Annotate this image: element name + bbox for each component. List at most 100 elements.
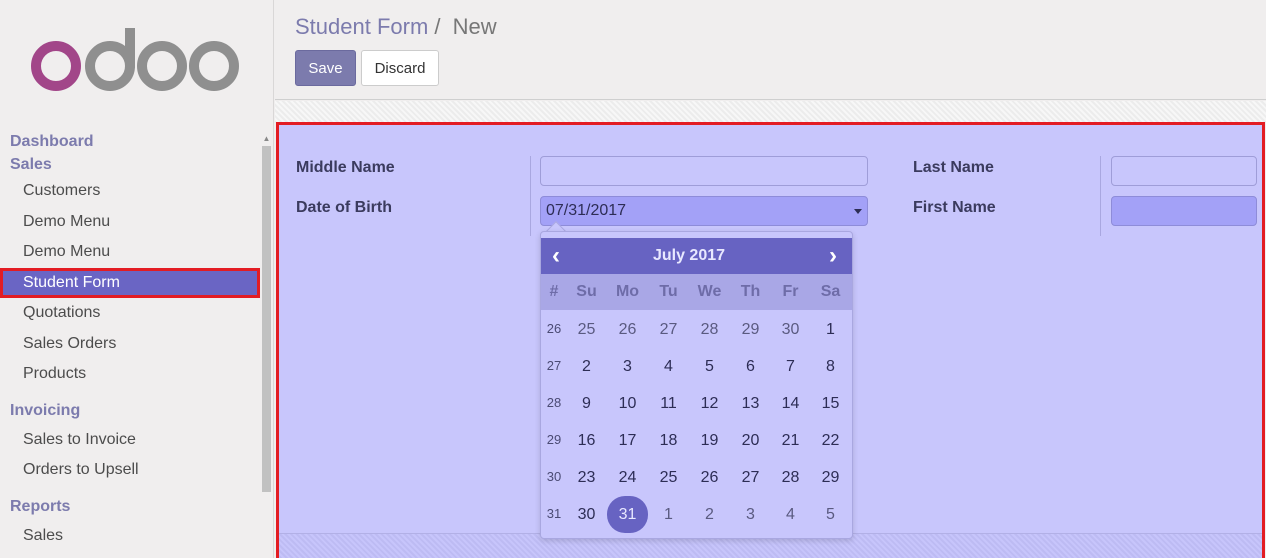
breadcrumb-parent[interactable]: Student Form <box>295 14 428 39</box>
calendar-day[interactable]: 26 <box>689 459 730 496</box>
sidebar-item-sales-orders[interactable]: Sales Orders <box>0 329 260 360</box>
last-name-input[interactable] <box>1111 156 1257 186</box>
calendar-day[interactable]: 27 <box>648 311 689 348</box>
sidebar-item-quotations[interactable]: Quotations <box>0 298 260 329</box>
dob-label: Date of Birth <box>296 199 392 216</box>
calendar-day[interactable]: 5 <box>689 348 730 385</box>
weekday-header: We <box>697 283 722 300</box>
next-month-icon[interactable]: › <box>818 238 848 274</box>
calendar-day[interactable]: 23 <box>566 459 607 496</box>
datepicker-header: ‹ July 2017 › <box>541 238 852 274</box>
calendar-day[interactable]: 28 <box>770 459 811 496</box>
calendar-day[interactable]: 28 <box>689 311 730 348</box>
week-number: 31 <box>546 506 562 521</box>
calendar-day[interactable]: 10 <box>607 385 648 422</box>
menu-header-sales[interactable]: Sales <box>0 153 260 176</box>
calendar-day[interactable]: 5 <box>810 496 851 533</box>
dob-value: 07/31/2017 <box>546 202 627 219</box>
sidebar-item-student-form[interactable]: Student Form <box>0 267 260 298</box>
middle-name-input[interactable] <box>540 156 868 186</box>
breadcrumb-current: New <box>452 14 497 39</box>
menu-header-dashboard[interactable]: Dashboard <box>0 130 260 153</box>
calendar-day[interactable]: 25 <box>648 459 689 496</box>
calendar-day[interactable]: 3 <box>607 348 648 385</box>
calendar-day[interactable]: 1 <box>810 311 851 348</box>
weekday-header: Mo <box>615 283 640 300</box>
calendar-day[interactable]: 30 <box>566 496 607 533</box>
calendar-day[interactable]: 20 <box>730 422 771 459</box>
sidebar-item-products[interactable]: Products <box>0 359 260 390</box>
calendar-day[interactable]: 21 <box>770 422 811 459</box>
calendar-day[interactable]: 3 <box>730 496 771 533</box>
calendar-day[interactable]: 9 <box>566 385 607 422</box>
datepicker: ‹ July 2017 › # Su Mo Tu We Th Fr Sa 26 25 26 27 28… <box>540 231 853 539</box>
week-number: 27 <box>546 358 562 373</box>
calendar-day[interactable]: 4 <box>648 348 689 385</box>
sidebar-menu: Dashboard Sales Customers Demo Menu Demo Men… <box>0 130 260 558</box>
scroll-up-icon[interactable]: ▲ <box>262 134 271 144</box>
calendar-day[interactable]: 26 <box>607 311 648 348</box>
calendar-day[interactable]: 2 <box>566 348 607 385</box>
calendar-day[interactable]: 17 <box>607 422 648 459</box>
weekday-header: Tu <box>659 283 678 300</box>
datepicker-title[interactable]: July 2017 <box>541 238 837 274</box>
week-number: 26 <box>546 321 562 336</box>
form-background <box>275 101 1266 123</box>
calendar-day[interactable]: 30 <box>770 311 811 348</box>
first-name-label: First Name <box>913 199 996 216</box>
breadcrumb-separator: / <box>434 14 441 39</box>
calendar-day[interactable]: 25 <box>566 311 607 348</box>
week-number: 28 <box>546 395 562 410</box>
calendar-day[interactable]: 19 <box>689 422 730 459</box>
calendar-day[interactable]: 1 <box>648 496 689 533</box>
save-button[interactable]: Save <box>295 50 356 86</box>
sidebar-item-customers[interactable]: Customers <box>0 176 260 207</box>
odoo-logo[interactable] <box>30 26 242 96</box>
breadcrumb: Student Form / New <box>295 14 497 40</box>
sidebar: Dashboard Sales Customers Demo Menu Demo Men… <box>0 0 274 558</box>
last-name-label: Last Name <box>913 159 994 176</box>
calendar-day[interactable]: 2 <box>689 496 730 533</box>
sidebar-item-demo-menu[interactable]: Demo Menu <box>0 207 260 238</box>
weekday-header: Th <box>740 283 761 300</box>
selected-day[interactable]: 31 <box>607 496 648 533</box>
first-name-input[interactable] <box>1111 196 1257 226</box>
calendar-day[interactable]: 13 <box>730 385 771 422</box>
calendar-day[interactable]: 29 <box>810 459 851 496</box>
column-divider <box>1100 156 1101 236</box>
middle-name-label: Middle Name <box>296 159 395 176</box>
sidebar-item-sales-to-invoice[interactable]: Sales to Invoice <box>0 425 260 456</box>
calendar-day[interactable]: 27 <box>730 459 771 496</box>
calendar-day[interactable]: 12 <box>689 385 730 422</box>
menu-header-reports[interactable]: Reports <box>0 492 260 521</box>
calendar-day[interactable]: 22 <box>810 422 851 459</box>
column-divider <box>530 156 531 236</box>
calendar-day[interactable]: 29 <box>730 311 771 348</box>
weekday-header: Su <box>576 283 597 300</box>
weekday-header: # <box>549 283 559 300</box>
scroll-thumb[interactable] <box>262 146 271 492</box>
datepicker-weekdays: # Su Mo Tu We Th Fr Sa <box>541 274 852 310</box>
week-number: 30 <box>546 469 562 484</box>
sidebar-item-demo-menu[interactable]: Demo Menu <box>0 237 260 268</box>
calendar-day[interactable]: 4 <box>770 496 811 533</box>
sidebar-item-sales[interactable]: Sales <box>0 521 260 552</box>
sidebar-item-orders-to-upsell[interactable]: Orders to Upsell <box>0 455 260 486</box>
calendar-day[interactable]: 14 <box>770 385 811 422</box>
control-panel: Student Form / New Save Discard <box>275 0 1266 100</box>
calendar-day[interactable]: 11 <box>648 385 689 422</box>
week-number: 29 <box>546 432 562 447</box>
weekday-header: Sa <box>820 283 841 300</box>
calendar-day[interactable]: 16 <box>566 422 607 459</box>
calendar-day[interactable]: 24 <box>607 459 648 496</box>
calendar-day[interactable]: 6 <box>730 348 771 385</box>
calendar-day[interactable]: 8 <box>810 348 851 385</box>
weekday-header: Fr <box>782 283 799 300</box>
calendar-day[interactable]: 7 <box>770 348 811 385</box>
menu-header-invoicing[interactable]: Invoicing <box>0 396 260 425</box>
calendar-day[interactable]: 15 <box>810 385 851 422</box>
caret-down-icon[interactable] <box>854 209 862 214</box>
dob-input[interactable]: 07/31/2017 <box>540 196 868 226</box>
calendar-day[interactable]: 18 <box>648 422 689 459</box>
discard-button[interactable]: Discard <box>361 50 439 86</box>
